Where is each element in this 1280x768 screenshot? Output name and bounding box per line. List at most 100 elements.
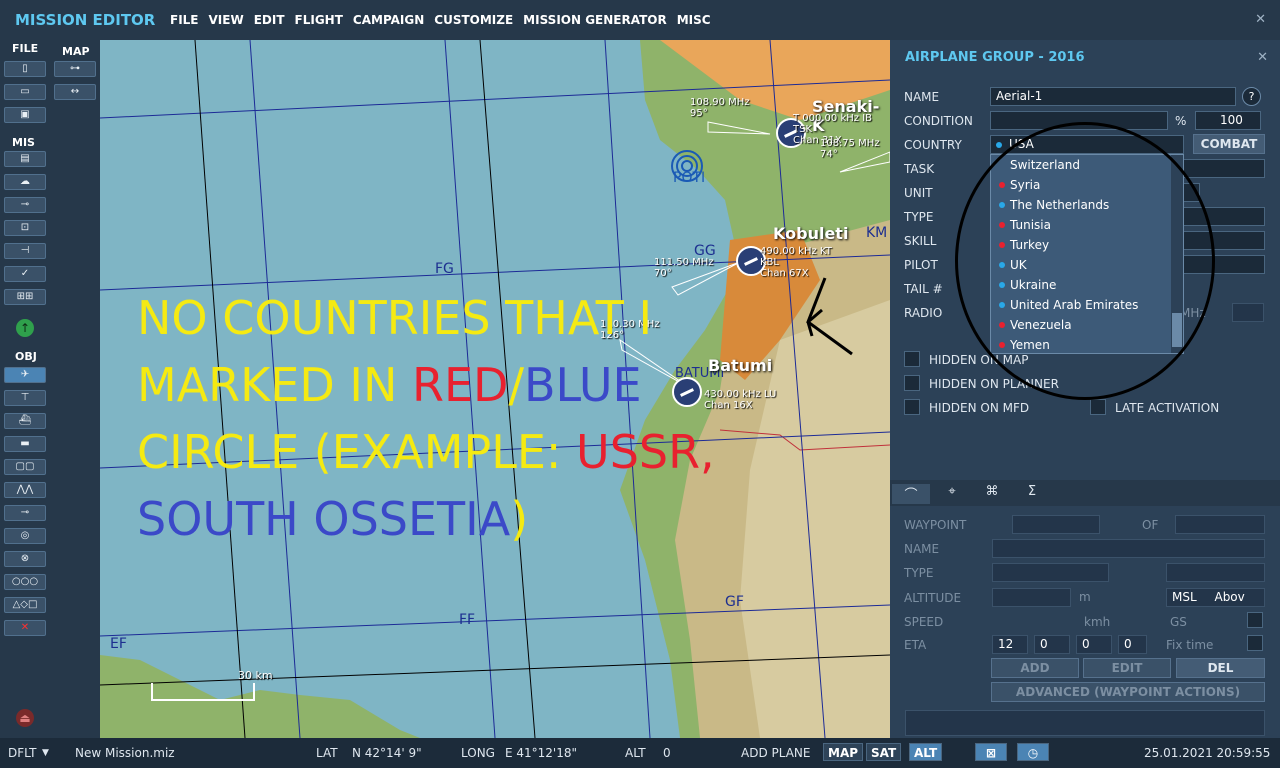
wp-name-label: NAME	[904, 542, 940, 556]
toolbar-map-header: MAP	[62, 45, 90, 58]
tab-route-icon[interactable]: ⌒	[892, 484, 930, 504]
hidden-on-mfd-checkbox[interactable]	[904, 399, 920, 415]
route-icon[interactable]: ⊸	[4, 505, 46, 521]
advanced-waypoint-actions-button[interactable]: ADVANCED (WAYPOINT ACTIONS)	[991, 682, 1265, 702]
country-side-dot	[996, 142, 1002, 148]
delete-zone-icon[interactable]: ⊗	[4, 551, 46, 567]
ruler-icon[interactable]: ↔	[54, 84, 96, 100]
late-activation-label: LATE ACTIVATION	[1115, 401, 1220, 415]
new-file-icon[interactable]: ▯	[4, 61, 46, 77]
task-select[interactable]	[1180, 159, 1265, 178]
wp-action-select[interactable]	[1166, 563, 1265, 582]
toolbar-file-header: FILE	[12, 42, 39, 55]
clock-icon[interactable]: ◷	[1017, 743, 1049, 761]
eta-minutes[interactable]: 0	[1034, 635, 1070, 654]
panel-title: AIRPLANE GROUP - 2016	[905, 50, 1085, 65]
combat-button[interactable]: COMBAT	[1193, 134, 1265, 154]
waypoint-actions-list[interactable]	[905, 710, 1265, 736]
radio-select[interactable]	[1232, 303, 1264, 322]
menu-view[interactable]: VIEW	[209, 13, 244, 27]
waypoint-select[interactable]	[1012, 515, 1100, 534]
menu-misc[interactable]: MISC	[677, 13, 711, 27]
menu-edit[interactable]: EDIT	[254, 13, 285, 27]
add-waypoint-button[interactable]: ADD	[991, 658, 1079, 678]
hidden-on-planner-checkbox[interactable]	[904, 375, 920, 391]
menu-mission-generator[interactable]: MISSION GENERATOR	[523, 13, 667, 27]
menu-campaign[interactable]: CAMPAIGN	[353, 13, 424, 27]
map-view[interactable]: FG GG KM FF GF EF POTI BATUMI Senaki-K K…	[100, 40, 890, 738]
eta-days[interactable]: 0	[1118, 635, 1147, 654]
tab-summary-icon[interactable]: Σ	[1013, 484, 1051, 504]
grid-label-ef: EF	[110, 636, 127, 652]
template-icon[interactable]: ⋀⋀	[4, 482, 46, 498]
altitude-ref-select[interactable]: MSL Abov	[1166, 588, 1265, 607]
flag-icon[interactable]: ⊣	[4, 243, 46, 259]
save-icon[interactable]: ▣	[4, 107, 46, 123]
open-folder-icon[interactable]: ▭	[4, 84, 46, 100]
tab-target-icon[interactable]: ⌖	[933, 484, 971, 504]
mission-brief-icon[interactable]: ▤	[4, 151, 46, 167]
grid-label-ff: FF	[459, 612, 476, 628]
mission-filename: New Mission.miz	[75, 746, 175, 760]
wp-type-select[interactable]	[992, 563, 1109, 582]
condition-stepper[interactable]: 100	[1195, 111, 1261, 130]
menu-flight[interactable]: FLIGHT	[295, 13, 343, 27]
trigger-icon[interactable]: ⊸	[4, 197, 46, 213]
hidden-on-mfd-label: HIDDEN ON MFD	[929, 401, 1030, 415]
menu-customize[interactable]: CUSTOMIZE	[434, 13, 513, 27]
helicopter-icon[interactable]: ⊤	[4, 390, 46, 406]
fix-time-checkbox[interactable]	[1247, 635, 1263, 651]
target-icon[interactable]: ◎	[4, 528, 46, 544]
tab-payload-icon[interactable]: ⌘	[973, 484, 1011, 504]
grid-label-fg: FG	[435, 261, 454, 277]
delete-waypoint-button[interactable]: DEL	[1176, 658, 1265, 678]
goals-icon[interactable]: ⊞⊞	[4, 289, 46, 305]
eta-seconds[interactable]: 0	[1076, 635, 1112, 654]
zone-icon[interactable]: ⊡	[4, 220, 46, 236]
check-icon[interactable]: ✓	[4, 266, 46, 282]
shapes-icon[interactable]: △◇□	[4, 597, 46, 613]
delete-icon[interactable]: ✕	[4, 620, 46, 636]
grid-label-km: KM	[866, 225, 888, 241]
tail-label: TAIL #	[904, 282, 943, 296]
edit-waypoint-button[interactable]: EDIT	[1083, 658, 1171, 678]
up-arrow-icon[interactable]: ↑	[16, 319, 34, 337]
toolbar-obj-header: OBJ	[15, 350, 37, 363]
alt-mode-button[interactable]: ALT	[909, 743, 943, 761]
panel-close-icon[interactable]: ✕	[1257, 50, 1268, 65]
group-icon[interactable]: ○○○	[4, 574, 46, 590]
eta-label: ETA	[904, 638, 927, 652]
weather-icon[interactable]: ☁	[4, 174, 46, 190]
map-key-icon[interactable]: ⊶	[54, 61, 96, 77]
exit-icon[interactable]: ⏏	[16, 709, 34, 727]
ship-icon[interactable]: ⛴	[4, 413, 46, 429]
hidden-on-map-checkbox[interactable]	[904, 351, 920, 367]
help-icon[interactable]: ?	[1242, 87, 1261, 106]
lat-value: N 42°14' 9"	[352, 746, 422, 760]
waypoint-label: WAYPOINT	[904, 518, 967, 532]
speed-unit: kmh	[1084, 615, 1111, 629]
film-icon[interactable]: ⊠	[975, 743, 1007, 761]
alt-label: ALT	[625, 746, 646, 760]
airplane-icon[interactable]: ✈	[4, 367, 46, 383]
profile-select[interactable]: DFLT	[8, 746, 37, 760]
eta-hours[interactable]: 12	[992, 635, 1028, 654]
late-activation-checkbox[interactable]	[1090, 399, 1106, 415]
map-mode-button[interactable]: MAP	[823, 743, 864, 761]
altitude-field[interactable]	[992, 588, 1071, 607]
menu-file[interactable]: FILE	[170, 13, 199, 27]
wp-name-field[interactable]	[992, 539, 1265, 558]
sat-mode-button[interactable]: SAT	[866, 743, 902, 761]
poti-label: POTI	[673, 170, 706, 186]
altitude-unit: m	[1079, 590, 1091, 604]
condition-unit: %	[1175, 114, 1187, 128]
static-object-icon[interactable]: ▢▢	[4, 459, 46, 475]
gs-checkbox[interactable]	[1247, 612, 1263, 628]
radio-label: RADIO	[904, 306, 943, 320]
name-field[interactable]: Aerial-1	[990, 87, 1236, 106]
long-label: LONG	[461, 746, 495, 760]
chevron-down-icon[interactable]: ▼	[42, 748, 49, 758]
waypoint-total	[1175, 515, 1265, 534]
ground-unit-icon[interactable]: ▬	[4, 436, 46, 452]
close-icon[interactable]: ✕	[1255, 12, 1266, 27]
